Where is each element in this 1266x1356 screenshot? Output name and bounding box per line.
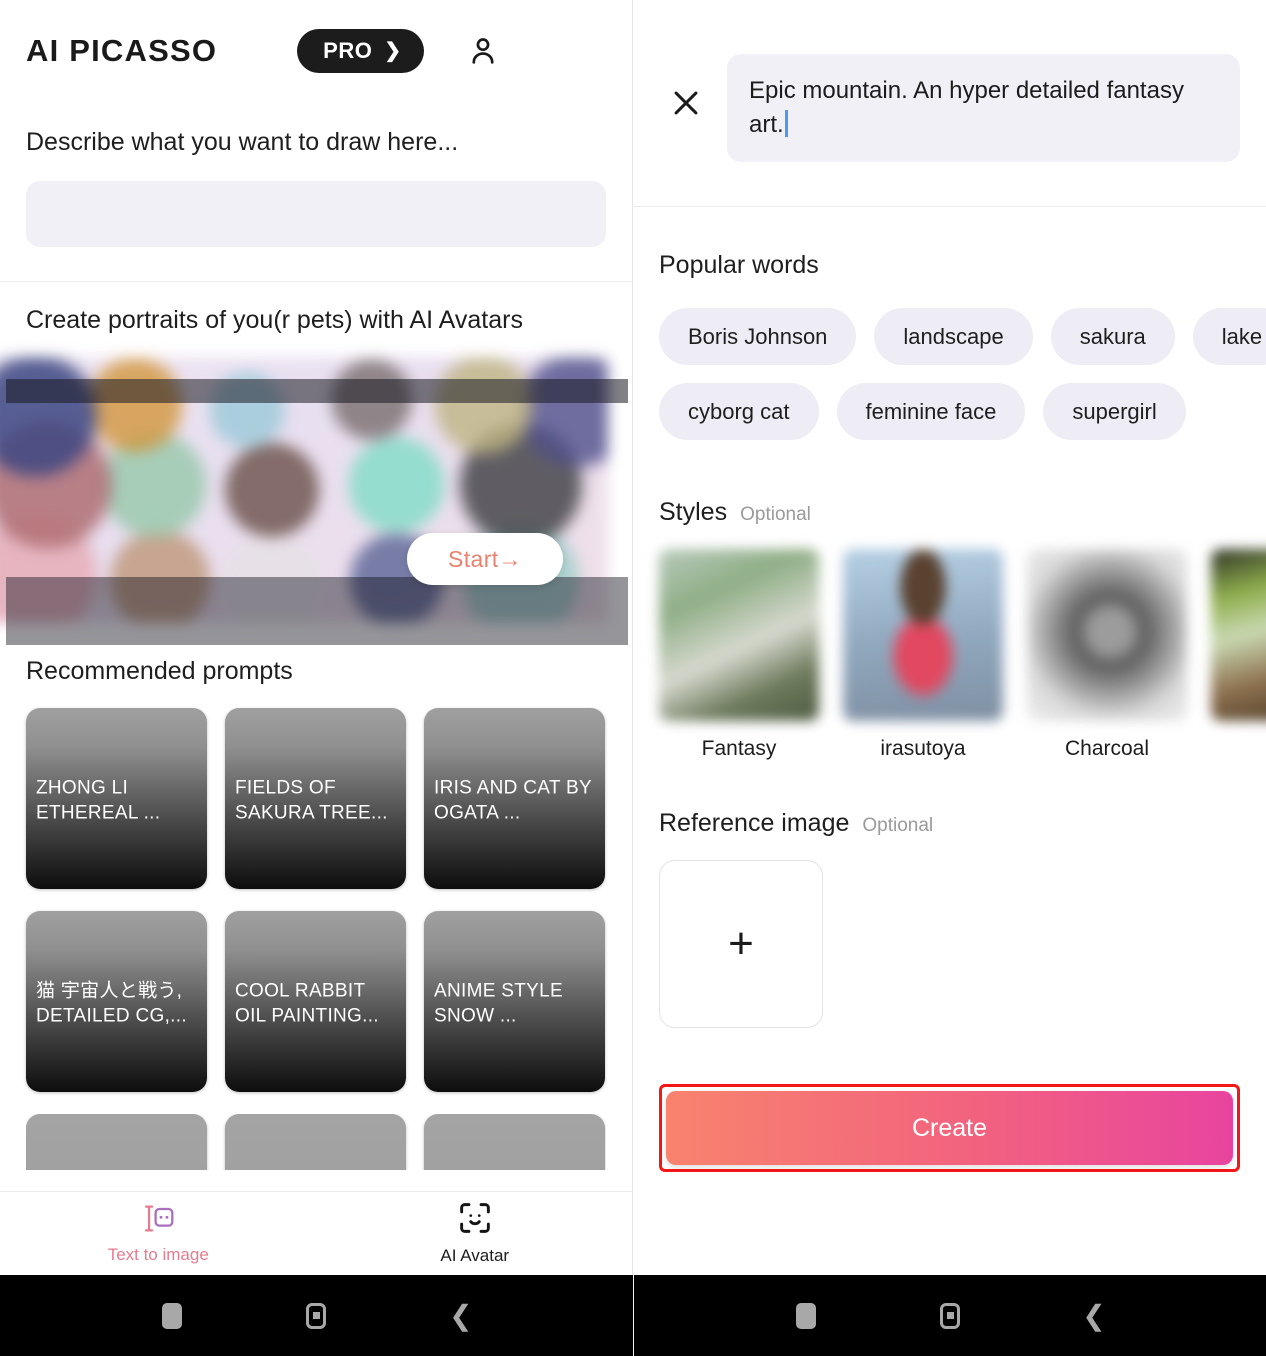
nav-item-text-to-image[interactable]: Text to image [0, 1203, 317, 1265]
prompt-card[interactable]: FIELDS OF SAKURA TREE... [225, 708, 406, 889]
popular-word-chip[interactable]: lake [1192, 308, 1266, 366]
home-square-icon[interactable] [928, 1294, 972, 1338]
style-thumbnail [1211, 549, 1266, 722]
prompt-editor-area: Epic mountain. An hyper detailed fantasy… [633, 0, 1266, 163]
pro-button[interactable]: PRO ❯ [297, 29, 424, 73]
create-button[interactable]: Create [666, 1091, 1233, 1166]
recents-square-icon[interactable] [784, 1294, 828, 1338]
left-phone-panel: AI PICASSO PRO ❯ Describe what you want … [0, 0, 633, 1275]
system-nav-right: ❮ [633, 1275, 1266, 1356]
back-glyph: ❮ [1082, 1299, 1106, 1331]
dual-phone-panels: AI PICASSO PRO ❯ Describe what you want … [0, 0, 1266, 1275]
prompt-card-label: ANIME STYLE SNOW ... [434, 979, 563, 1027]
reference-image-title-text: Reference image [659, 809, 850, 838]
popular-word-chip[interactable]: cyborg cat [659, 383, 819, 441]
style-name: Charcoal [1064, 737, 1150, 761]
reference-image-section: Reference image Optional + [633, 761, 1266, 1029]
style-thumbnail [1027, 549, 1187, 722]
popular-word-chip[interactable]: Boris Johnson [659, 308, 857, 366]
text-caret [784, 110, 788, 138]
text-to-image-icon [140, 1203, 176, 1239]
prompt-card-label: ZHONG LI ETHEREAL ... [36, 776, 161, 824]
plus-icon: + [728, 919, 754, 969]
screenshot-root: AI PICASSO PRO ❯ Describe what you want … [0, 0, 1266, 1356]
prompt-card-label: FIELDS OF SAKURA TREE... [235, 776, 388, 824]
recommended-prompts-section: Recommended prompts ZHONG LI ETHEREAL ..… [0, 623, 632, 1170]
prompt-card[interactable] [26, 1114, 207, 1170]
popular-word-chip[interactable]: supergirl [1043, 383, 1186, 441]
prompt-card-label: 猫 宇宙人と戦う, DETAILED CG,... [36, 979, 187, 1027]
popular-word-chip[interactable]: landscape [874, 308, 1033, 366]
style-name: irasutoya [880, 737, 966, 761]
pro-button-label: PRO [323, 38, 373, 63]
reference-image-title: Reference image Optional [659, 809, 1240, 838]
add-reference-image-button[interactable]: + [659, 860, 823, 1029]
popular-word-chip[interactable]: sakura [1050, 308, 1175, 366]
style-thumbnail [659, 549, 819, 722]
popular-words-section: Popular words Boris Johnson landscape sa… [633, 207, 1266, 441]
prompt-card[interactable]: ZHONG LI ETHEREAL ... [26, 708, 207, 889]
styles-title: Styles Optional [659, 498, 1240, 527]
popular-words-title: Popular words [659, 251, 819, 280]
create-button-highlight: Create [659, 1084, 1240, 1173]
back-glyph: ❮ [449, 1299, 473, 1331]
start-button[interactable]: Start→ [407, 533, 563, 585]
style-thumbnail [843, 549, 1003, 722]
styles-optional-label: Optional [740, 504, 811, 526]
avatar-promo-section: Create portraits of you(r pets) with AI … [0, 282, 632, 645]
chevron-right-icon: ❯ [384, 40, 402, 62]
recommended-prompts-title: Recommended prompts [26, 657, 293, 685]
styles-section: Styles Optional Fantasy irasutoya Charco… [633, 440, 1266, 761]
nav-label: AI Avatar [440, 1246, 510, 1265]
style-item[interactable]: Charcoal [1027, 549, 1187, 761]
style-item[interactable]: irasutoya [843, 549, 1003, 761]
prompt-text: Epic mountain. An hyper detailed fantasy… [749, 77, 1184, 139]
prompt-card[interactable]: ANIME STYLE SNOW ... [424, 911, 605, 1092]
start-button-label: Start→ [448, 545, 522, 572]
person-icon[interactable] [466, 34, 500, 68]
popular-words-chip-list: Boris Johnson landscape sakura lake cybo… [659, 308, 1266, 441]
recommended-prompts-grid: ZHONG LI ETHEREAL ... FIELDS OF SAKURA T… [26, 708, 606, 1092]
create-button-label: Create [911, 1113, 988, 1142]
describe-section: Describe what you want to draw here... [0, 84, 632, 247]
popular-word-chip[interactable]: feminine face [836, 383, 1026, 441]
app-header: AI PICASSO PRO ❯ [0, 0, 632, 84]
system-nav-left: ❮ [0, 1275, 633, 1356]
nav-item-ai-avatar[interactable]: AI Avatar [317, 1201, 633, 1266]
close-icon[interactable] [669, 86, 703, 120]
right-phone-panel: Epic mountain. An hyper detailed fantasy… [633, 0, 1266, 1275]
prompt-card[interactable] [225, 1114, 406, 1170]
reference-image-optional-label: Optional [862, 815, 934, 837]
prompt-card-label: IRIS AND CAT BY OGATA ... [434, 776, 592, 824]
prompt-card[interactable]: 猫 宇宙人と戦う, DETAILED CG,... [26, 911, 207, 1092]
style-item[interactable]: Fantasy [659, 549, 819, 761]
prompt-card[interactable] [424, 1114, 605, 1170]
recommended-prompts-partial-row [26, 1114, 606, 1170]
home-square-icon[interactable] [294, 1294, 338, 1338]
system-nav-bars: ❮ ❮ [0, 1275, 1266, 1356]
face-scan-icon [458, 1201, 492, 1240]
app-logo: AI PICASSO [26, 33, 218, 68]
avatar-promo-title: Create portraits of you(r pets) with AI … [26, 306, 523, 334]
bottom-navigation: Text to image AI Avatar [0, 1191, 633, 1275]
recents-square-icon[interactable] [150, 1294, 194, 1338]
describe-title: Describe what you want to draw here... [26, 128, 459, 156]
prompt-card-label: COOL RABBIT OIL PAINTING... [235, 979, 379, 1027]
styles-list: Fantasy irasutoya Charcoal 3D [659, 549, 1266, 761]
prompt-textarea[interactable]: Epic mountain. An hyper detailed fantasy… [727, 54, 1240, 163]
back-chevron-icon[interactable]: ❮ [439, 1294, 483, 1338]
style-name: Fantasy [701, 737, 777, 761]
prompt-card[interactable]: COOL RABBIT OIL PAINTING... [225, 911, 406, 1092]
styles-title-text: Styles [659, 498, 728, 527]
style-item[interactable]: 3D [1211, 549, 1266, 761]
back-chevron-icon[interactable]: ❮ [1072, 1294, 1116, 1338]
prompt-card[interactable]: IRIS AND CAT BY OGATA ... [424, 708, 605, 889]
prompt-input[interactable] [26, 181, 606, 247]
nav-label: Text to image [107, 1244, 209, 1264]
